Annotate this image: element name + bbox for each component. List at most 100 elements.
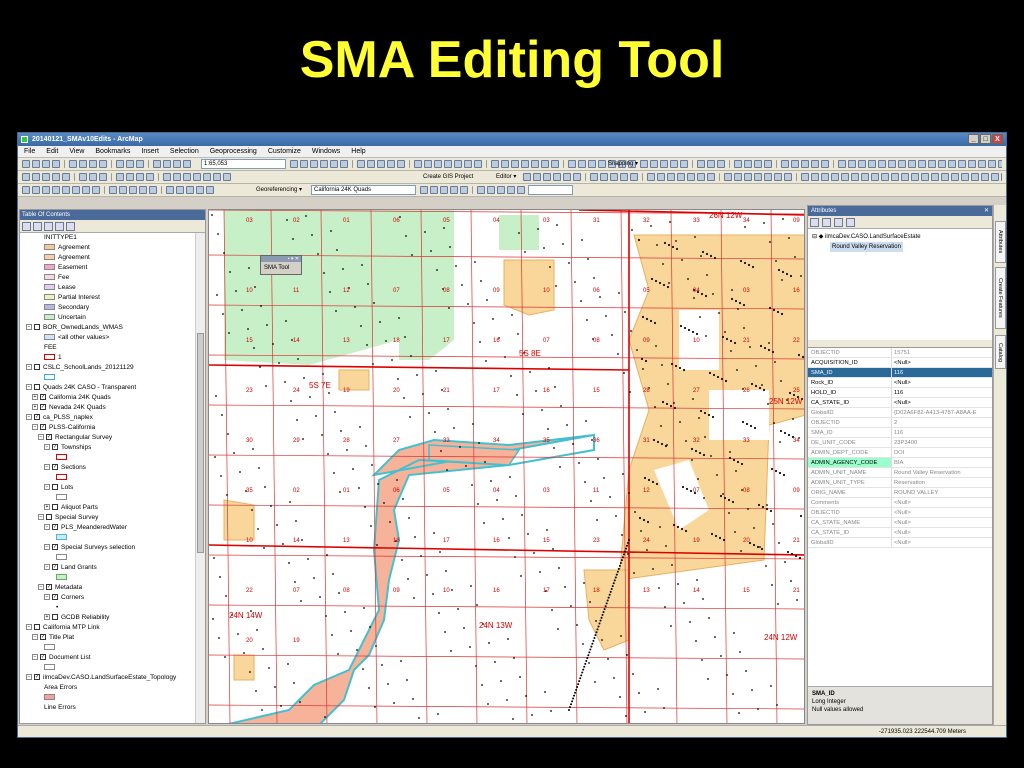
attribute-field-value[interactable]: {D02A6F82-A413-4787-A8AA-E [892,408,992,417]
toolbar-tool-icon[interactable] [521,160,529,168]
attribute-field-value[interactable]: <Null> [892,378,992,387]
tree-icon[interactable] [810,218,819,227]
toolbar-tool-icon[interactable] [948,160,956,168]
toolbar-tool-icon[interactable] [206,186,214,194]
collapse-icon[interactable]: − [38,584,44,591]
toolbar-tool-icon[interactable] [841,173,849,181]
toolbar-tool-icon[interactable] [183,173,191,181]
toolbar-tool-icon[interactable] [414,160,422,168]
layer-visibility-checkbox[interactable]: ✓ [46,584,52,591]
toolbar-tool-icon[interactable] [918,160,926,168]
toc-scroll-thumb[interactable] [197,333,204,553]
toolbar-tool-icon[interactable] [153,160,161,168]
toolbar-tool-icon[interactable] [139,186,147,194]
attribute-row[interactable]: DE_UNIT_CODE 23P3400 [808,438,992,448]
toolbar-tool-icon[interactable] [420,186,428,194]
toc-item[interactable]: − ✓ Townships [20,443,195,453]
toolbar-tool-icon[interactable] [42,173,50,181]
georeferencing-menu[interactable]: Georeferencing ▾ [256,185,302,196]
maximize-button[interactable]: □ [980,134,991,144]
toc-item[interactable]: − CSLC_SchoolLands_20121129 [20,363,195,373]
layer-visibility-checkbox[interactable]: ✓ [52,544,58,551]
menu-selection[interactable]: Selection [170,146,199,157]
collapse-icon[interactable]: − [44,524,50,531]
toolbar-tool-icon[interactable] [310,160,318,168]
toc-item[interactable]: − ✓ ca_PLSS_naplex [20,413,195,423]
toolbar-tool-icon[interactable] [223,173,231,181]
toolbar-tool-icon[interactable] [193,173,201,181]
tree-layer-node[interactable]: ⊟ ◆ ilmcaDev.CASO.LandSurfaceEstate [812,232,988,242]
attribute-row[interactable]: Rock_ID <Null> [808,378,992,388]
toc-item[interactable]: + ✓ California 24K Quads [20,393,195,403]
collapse-icon[interactable]: − [44,544,50,551]
toolbar-tool-icon[interactable] [878,160,886,168]
toolbar-tool-icon[interactable] [517,186,525,194]
toolbar-tool-icon[interactable] [670,160,678,168]
menu-customize[interactable]: Customize [268,146,301,157]
create-features-side-tab[interactable]: Create Features [995,267,1006,329]
toolbar-tool-icon[interactable] [707,160,715,168]
toolbar-tool-icon[interactable] [938,160,946,168]
toolbar-tool-icon[interactable] [553,173,561,181]
toolbar-tool-icon[interactable] [754,173,762,181]
toolbar-tool-icon[interactable] [958,160,966,168]
toolbar-tool-icon[interactable] [491,160,499,168]
attribute-field-value[interactable]: <Null> [892,498,992,507]
toolbar-tool-icon[interactable] [357,160,365,168]
toolbar-tool-icon[interactable] [119,186,127,194]
toolbar-tool-icon[interactable] [460,186,468,194]
layer-visibility-checkbox[interactable]: ✓ [40,394,46,401]
toc-item[interactable]: + ✓ Nevada 24K Quads [20,403,195,413]
attribute-row[interactable]: OBJECTID 15751 [808,348,992,358]
toolbar-tool-icon[interactable] [590,173,598,181]
scale-field[interactable]: 1:65,053 [201,159,286,169]
toolbar-tool-icon[interactable] [22,186,30,194]
collapse-icon[interactable]: − [32,634,38,641]
toolbar-tool-icon[interactable] [497,186,505,194]
georef-value-field[interactable] [528,185,573,195]
collapse-icon[interactable]: − [32,654,38,661]
attribute-row[interactable]: CA_STATE_NAME <Null> [808,518,992,528]
toolbar-tool-icon[interactable] [320,160,328,168]
toc-item[interactable]: − Special Survey [20,513,195,523]
toolbar-tool-icon[interactable] [149,186,157,194]
attribute-row[interactable]: SMA_ID 116 [808,368,992,378]
toolbar-tool-icon[interactable] [186,186,194,194]
toolbar-tool-icon[interactable] [454,160,462,168]
toolbar-tool-icon[interactable] [397,160,405,168]
attributes-close-icon[interactable]: ✕ [984,206,989,216]
toolbar-tool-icon[interactable] [511,160,519,168]
toolbar-tool-icon[interactable] [821,160,829,168]
menu-view[interactable]: View [69,146,84,157]
toolbar-tool-icon[interactable] [928,160,936,168]
toolbar-tool-icon[interactable] [598,160,606,168]
attribute-field-value[interactable]: 116 [892,368,992,377]
toc-item[interactable]: − Quads 24K CASO - Transparent [20,383,195,393]
toolbar-tool-icon[interactable] [82,186,90,194]
collapse-icon[interactable]: − [44,444,50,451]
toolbar-tool-icon[interactable] [531,160,539,168]
toolbar-tool-icon[interactable] [981,173,989,181]
toc-item[interactable]: − ✓ Rectangular Survey [20,433,195,443]
toolbar-tool-icon[interactable] [146,173,154,181]
toolbar-tool-icon[interactable] [42,186,50,194]
toc-item[interactable]: − ✓ ilmcaDev.CASO.LandSurfaceEstate_Topolo… [20,673,195,683]
tree-feature-node[interactable]: Round Valley Reservation [812,242,988,252]
toolbar-tool-icon[interactable] [213,173,221,181]
attribute-row[interactable]: Comments <Null> [808,498,992,508]
toolbar-tool-icon[interactable] [667,173,675,181]
toolbar-tool-icon[interactable] [434,160,442,168]
toc-item[interactable]: − ✓ PLSS-California [20,423,195,433]
toolbar-tool-icon[interactable] [734,160,742,168]
snapping-menu[interactable]: Snapping ▾ [608,159,638,170]
toolbar-tool-icon[interactable] [677,173,685,181]
toc-item[interactable]: − California MTP Link [20,623,195,633]
toolbar-tool-icon[interactable] [568,160,576,168]
toolbar-tool-icon[interactable] [32,173,40,181]
toc-item[interactable]: + GCDB Reliability [20,613,195,623]
toolbar-tool-icon[interactable] [908,160,916,168]
toc-item[interactable]: − ✓ Special Surveys selection [20,543,195,553]
toolbar-tool-icon[interactable] [69,160,77,168]
toolbar-tool-icon[interactable] [62,186,70,194]
toolbar-tool-icon[interactable] [196,186,204,194]
